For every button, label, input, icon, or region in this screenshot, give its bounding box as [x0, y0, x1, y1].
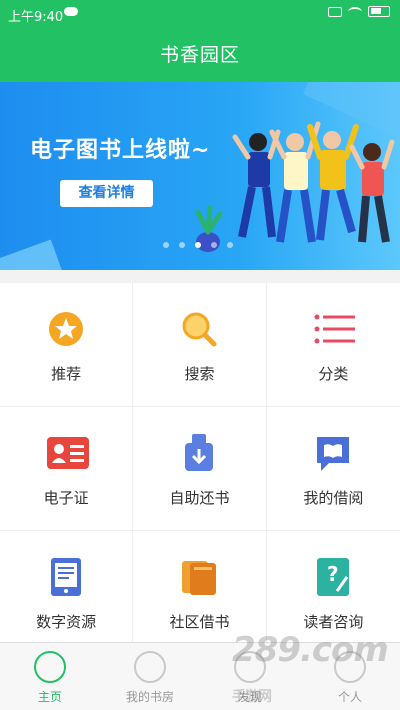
grid-item-label: 数字资源 [36, 613, 97, 631]
watermark-sub: 手游网 [232, 689, 272, 705]
grid-item-search[interactable]: 搜索 [133, 283, 267, 407]
nav-item-label: 主页 [37, 690, 62, 704]
nav-item-home[interactable]: 主页 [0, 643, 100, 710]
question-edit-icon: ? [317, 558, 350, 596]
cloud-icon [64, 7, 78, 16]
promo-banner[interactable]: 电子图书上线啦~ 查看详情 [0, 82, 400, 270]
grid-item-category[interactable]: 分类 [266, 283, 400, 407]
status-bar: 上午9:40 [0, 0, 400, 28]
grid-item-label: 读者咨询 [303, 613, 364, 631]
grid-item-label: 我的借阅 [303, 489, 364, 507]
banner-detail-button[interactable]: 查看详情 [60, 180, 153, 207]
carousel-dot[interactable] [163, 242, 169, 248]
book-chat-icon [317, 437, 350, 471]
grid-item-recommend[interactable]: 推荐 [0, 283, 134, 407]
carousel-indicator [163, 242, 233, 248]
people-cheering-illustration [195, 121, 395, 252]
bookshelf-icon [134, 651, 166, 683]
sim-icon [328, 6, 342, 17]
grid-item-label: 分类 [318, 365, 349, 383]
tablet-doc-icon [51, 558, 82, 596]
grid-item-digital-resources[interactable]: 数字资源 [0, 531, 134, 655]
watermark-text: 289.com [232, 630, 389, 670]
wifi-icon [348, 6, 362, 17]
star-icon [49, 312, 84, 346]
grid-item-label: 电子证 [43, 489, 89, 507]
search-icon [182, 312, 217, 347]
grid-item-label: 社区借书 [169, 613, 230, 631]
carousel-dot-active[interactable] [195, 242, 201, 248]
nav-item-my-study[interactable]: 我的书房 [100, 643, 200, 710]
carousel-dot[interactable] [179, 242, 185, 248]
return-book-icon [185, 434, 214, 471]
grid-item-label: 自助还书 [169, 489, 230, 507]
grid-item-self-return[interactable]: 自助还书 [133, 407, 267, 531]
nav-item-label: 我的书房 [125, 690, 174, 704]
home-icon [34, 651, 66, 683]
id-card-icon [47, 437, 90, 469]
status-time: 上午9:40 [8, 10, 64, 25]
page-title: 书香园区 [159, 44, 240, 66]
carousel-dot[interactable] [227, 242, 233, 248]
list-icon [314, 314, 356, 344]
grid-item-my-borrow[interactable]: 我的借阅 [266, 407, 400, 531]
grid-item-label: 搜索 [184, 365, 215, 383]
site-watermark: 289.com 手游网 [232, 630, 400, 710]
carousel-dot[interactable] [211, 242, 217, 248]
books-icon [182, 561, 217, 595]
feature-grid: 推荐 搜索 分类 电子证 自助还书 我的借阅 数字资源 社区借书 ? 读者咨询 [0, 283, 400, 655]
header-bar: 上午9:40 书香园区 [0, 0, 400, 82]
svg-text:?: ? [327, 562, 339, 586]
banner-decoration [0, 239, 65, 270]
grid-item-label: 推荐 [51, 365, 82, 383]
battery-icon [368, 6, 390, 17]
grid-item-ecard[interactable]: 电子证 [0, 407, 134, 531]
